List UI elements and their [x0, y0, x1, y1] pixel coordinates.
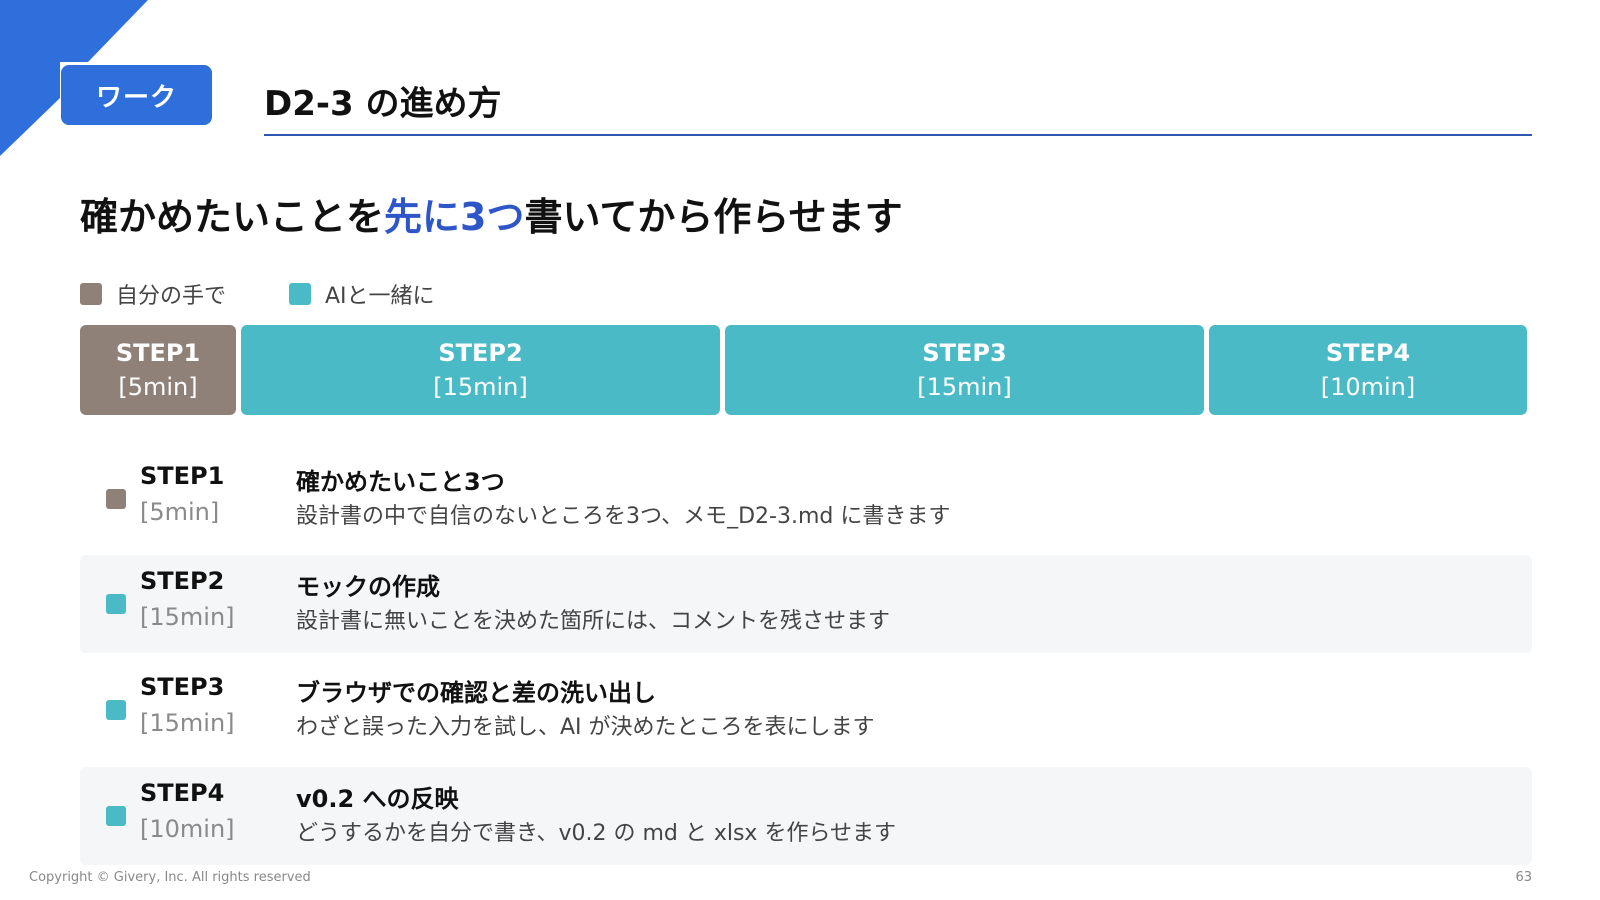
step-marker	[106, 489, 126, 509]
step-label: STEP4	[140, 779, 225, 807]
timeline-step-duration: [10min]	[1320, 373, 1416, 401]
step-duration: [5min]	[140, 498, 220, 526]
step-label: STEP2	[140, 567, 225, 595]
step-duration: [10min]	[140, 815, 235, 843]
timeline-step-label: STEP3	[922, 339, 1007, 367]
step-row-2: STEP2 [15min] モックの作成 設計書に無いことを決めた箇所には、コメ…	[80, 555, 1532, 653]
timeline-step-label: STEP2	[438, 339, 523, 367]
section-badge: ワーク	[61, 65, 212, 125]
step-marker	[106, 700, 126, 720]
copyright-footer: Copyright © Givery, Inc. All rights rese…	[29, 870, 311, 885]
page-number: 63	[1515, 870, 1532, 885]
step-heading: 確かめたいこと3つ	[296, 468, 505, 496]
step-row-4: STEP4 [10min] v0.2 への反映 どうするかを自分で書き、v0.2…	[80, 767, 1532, 865]
headline-highlight: 先に3つ	[384, 195, 525, 239]
step-heading: ブラウザでの確認と差の洗い出し	[296, 679, 656, 707]
step-row-1: STEP1 [5min] 確かめたいこと3つ 設計書の中で自信のないところを3つ…	[80, 450, 1532, 548]
step-heading: v0.2 への反映	[296, 785, 459, 813]
step-label: STEP1	[140, 462, 225, 490]
headline-post: 書いてから作らせます	[524, 195, 903, 239]
step-row-3: STEP3 [15min] ブラウザでの確認と差の洗い出し わざと誤った入力を試…	[80, 661, 1532, 759]
title-divider	[264, 134, 1532, 136]
timeline-step1: STEP1 [5min]	[80, 325, 236, 415]
step-duration: [15min]	[140, 603, 235, 631]
timeline-step4: STEP4 [10min]	[1209, 325, 1527, 415]
legend-label-manual: 自分の手で	[116, 284, 227, 309]
legend-swatch-ai	[289, 283, 311, 305]
step-marker	[106, 594, 126, 614]
timeline-step2: STEP2 [15min]	[241, 325, 720, 415]
timeline-step-duration: [15min]	[433, 373, 528, 401]
legend-item-ai: AIと一緒に	[289, 278, 435, 310]
timeline-step-label: STEP1	[115, 339, 201, 367]
step-description: 設計書の中で自信のないところを3つ、メモ_D2-3.md に書きます	[296, 504, 951, 529]
timeline-step3: STEP3 [15min]	[725, 325, 1204, 415]
timeline-step-label: STEP4	[1325, 339, 1411, 367]
legend-swatch-manual	[80, 283, 102, 305]
headline-pre: 確かめたいことを	[80, 195, 385, 239]
legend-item-manual: 自分の手で	[80, 278, 226, 310]
headline: 確かめたいことを先に3つ書いてから作らせます	[80, 186, 903, 241]
timeline-step-duration: [5min]	[118, 373, 198, 401]
step-description: わざと誤った入力を試し、AI が決めたところを表にします	[296, 715, 875, 740]
step-description: どうするかを自分で書き、v0.2 の md と xlsx を作らせます	[296, 821, 897, 846]
step-description: 設計書に無いことを決めた箇所には、コメントを残させます	[296, 609, 891, 634]
step-duration: [15min]	[140, 709, 235, 737]
step-marker	[106, 806, 126, 826]
step-heading: モックの作成	[296, 573, 440, 601]
timeline-step-duration: [15min]	[917, 373, 1012, 401]
step-label: STEP3	[140, 673, 225, 701]
page-title: D2-3 の進め方	[264, 84, 502, 124]
legend-label-ai: AIと一緒に	[325, 284, 435, 309]
